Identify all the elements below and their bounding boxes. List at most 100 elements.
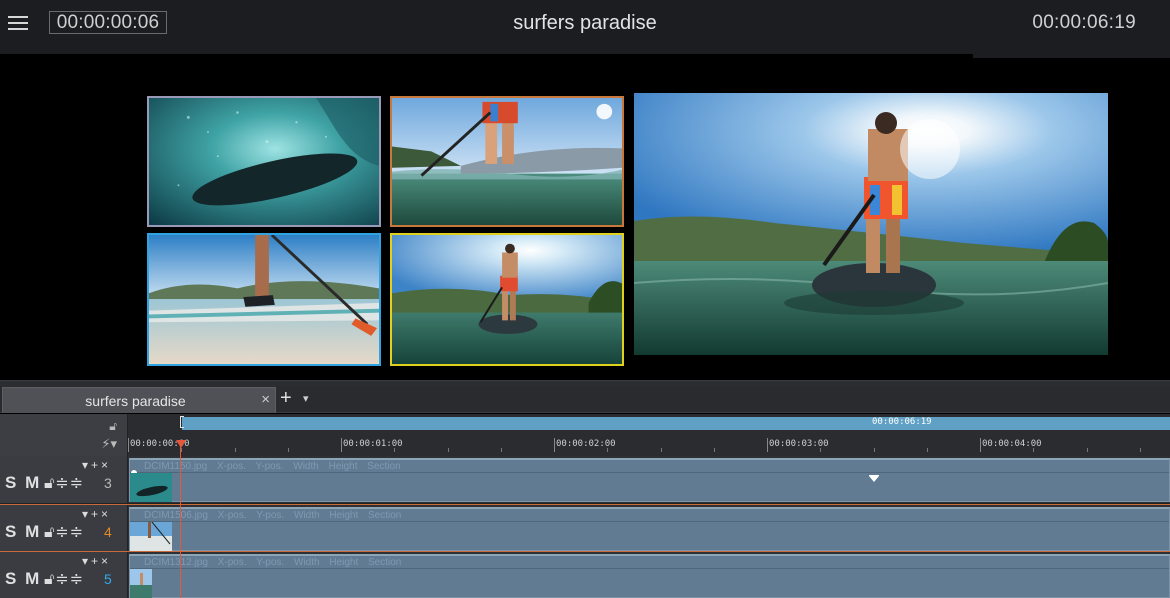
feet-image xyxy=(149,235,379,364)
clip-field: X-pos. xyxy=(216,461,246,472)
preview-tile-waterline[interactable] xyxy=(390,96,624,227)
lock-icon[interactable]: 🔓︎ xyxy=(109,419,117,434)
underwater-image xyxy=(149,98,379,225)
ruler-minor-tick xyxy=(288,448,289,452)
clip-field: Height xyxy=(329,557,359,568)
solo-button[interactable]: S xyxy=(5,473,18,492)
mute-button[interactable]: M xyxy=(25,522,41,541)
tab-menu-chevron-icon[interactable]: ▾ xyxy=(303,392,309,405)
ruler-minor-tick xyxy=(235,448,236,452)
track-collapse-icon[interactable]: ≑ xyxy=(70,475,84,492)
track-lock-icon[interactable]: 🔓︎ xyxy=(44,524,55,541)
preview-tile-feet[interactable] xyxy=(147,233,381,366)
clip-field: Y-pos. xyxy=(255,461,284,472)
ruler-minor-tick xyxy=(874,448,875,452)
clip-field: Section xyxy=(368,557,402,568)
ruler-major-tick xyxy=(554,438,555,452)
track-chevron-down-icon[interactable]: ▾ xyxy=(82,554,91,568)
clip-filename: DCIM1150.jpg xyxy=(144,461,208,472)
playhead-line[interactable] xyxy=(180,444,181,598)
track-collapse-icon[interactable]: ≑ xyxy=(70,524,84,541)
tab-close-icon[interactable]: × xyxy=(261,391,270,408)
track-lane-4[interactable]: DCIM1506.jpg X-pos. Y-pos. Width Height … xyxy=(128,505,1170,553)
track-top-controls: ▾+× xyxy=(82,554,111,568)
clip-field: Section xyxy=(368,510,402,521)
keyframe-marker[interactable] xyxy=(869,476,879,482)
track-expand-icon[interactable]: ≑ xyxy=(55,524,69,541)
clip-dcim1150[interactable]: DCIM1150.jpg X-pos. Y-pos. Width Height … xyxy=(129,458,1170,502)
track-remove-icon[interactable]: × xyxy=(101,554,111,568)
play-range-bar[interactable]: 00:00:06:19 xyxy=(180,416,1170,430)
track-chevron-down-icon[interactable]: ▾ xyxy=(82,507,91,521)
track-add-icon[interactable]: + xyxy=(91,507,101,521)
ruler-minor-tick xyxy=(181,448,182,452)
range-start-bracket[interactable] xyxy=(180,416,184,428)
ruler-minor-tick xyxy=(448,448,449,452)
clip-divider xyxy=(130,472,1169,473)
track-tools: 🔓︎≑≑ xyxy=(44,522,84,542)
track-lock-icon[interactable]: 🔓︎ xyxy=(44,475,55,492)
solo-mute: S M xyxy=(5,522,41,542)
track-lane-3[interactable]: DCIM1150.jpg X-pos. Y-pos. Width Height … xyxy=(128,456,1170,504)
track-header-4: ▾+× S M 🔓︎≑≑ 4 xyxy=(0,505,128,553)
track-lane-5[interactable]: DCIM1312.jpg X-pos. Y-pos. Width Height … xyxy=(128,552,1170,598)
time-ruler[interactable]: 00:00:06:19 00:00:00:00 00:00:01:00 00:0… xyxy=(128,414,1170,456)
track-lock-icon[interactable]: 🔓︎ xyxy=(44,571,55,588)
video-preview[interactable] xyxy=(0,58,1170,380)
ruler-major-tick xyxy=(128,438,129,452)
clip-field: Width xyxy=(293,510,320,521)
ruler-minor-tick xyxy=(501,448,502,452)
range-timecode: 00:00:06:19 xyxy=(872,417,932,427)
ruler-minor-tick xyxy=(714,448,715,452)
track-remove-icon[interactable]: × xyxy=(101,458,111,472)
add-tab-button[interactable]: + xyxy=(280,387,292,410)
tab-surfers-paradise[interactable]: surfers paradise × xyxy=(2,387,276,413)
ruler-minor-tick xyxy=(1087,448,1088,452)
track-chevron-down-icon[interactable]: ▾ xyxy=(82,458,91,472)
clip-thumbnail xyxy=(130,473,172,502)
tick-row: 00:00:00:00 00:00:01:00 00:00:02:00 00:0… xyxy=(128,434,1170,456)
tab-label: surfers paradise xyxy=(85,393,186,409)
track-expand-icon[interactable]: ≑ xyxy=(55,571,69,588)
track-tools: 🔓︎≑≑ xyxy=(44,473,84,493)
thumb-underwater xyxy=(130,473,172,502)
clip-filename: DCIM1506.jpg xyxy=(144,510,208,521)
timeline-tabbar: surfers paradise × + ▾ xyxy=(0,386,1170,413)
lightning-icon[interactable]: ⚡︎▾ xyxy=(101,436,117,452)
thumb-feet xyxy=(130,522,172,551)
track-top-controls: ▾+× xyxy=(82,458,111,472)
track-number: 3 xyxy=(104,475,112,491)
track-collapse-icon[interactable]: ≑ xyxy=(70,571,84,588)
ruler-minor-tick xyxy=(820,448,821,452)
clip-info: DCIM1506.jpg X-pos. Y-pos. Width Height … xyxy=(144,510,408,521)
clip-info: DCIM1312.jpg X-pos. Y-pos. Width Height … xyxy=(144,557,408,568)
ruler-controls: 🔓︎ ⚡︎▾ xyxy=(0,414,128,456)
track-add-icon[interactable]: + xyxy=(91,554,101,568)
track-number: 4 xyxy=(104,524,112,540)
ruler-minor-tick xyxy=(607,448,608,452)
clip-field: X-pos. xyxy=(217,557,247,568)
preview-tile-paddler-large[interactable] xyxy=(634,93,1108,355)
track-expand-icon[interactable]: ≑ xyxy=(55,475,69,492)
mute-button[interactable]: M xyxy=(25,569,41,588)
mute-button[interactable]: M xyxy=(25,473,41,492)
track-add-icon[interactable]: + xyxy=(91,458,101,472)
solo-button[interactable]: S xyxy=(5,522,18,541)
clip-thumbnail xyxy=(130,569,152,598)
clip-field: Height xyxy=(329,510,359,521)
preview-tile-underwater[interactable] xyxy=(147,96,381,227)
ruler-minor-tick xyxy=(1140,448,1141,452)
clip-dcim1506[interactable]: DCIM1506.jpg X-pos. Y-pos. Width Height … xyxy=(129,507,1170,551)
waterline-image xyxy=(392,98,622,225)
paddler-large-image xyxy=(634,93,1108,355)
ruler-minor-tick xyxy=(1033,448,1034,452)
track-remove-icon[interactable]: × xyxy=(101,507,111,521)
clip-dcim1312[interactable]: DCIM1312.jpg X-pos. Y-pos. Width Height … xyxy=(129,554,1170,598)
playhead-handle[interactable] xyxy=(176,440,186,448)
app-header: 00:00:00:06 surfers paradise 00:00:06:19 xyxy=(0,0,1170,54)
solo-mute: S M xyxy=(5,569,41,589)
preview-tile-paddler-small[interactable] xyxy=(390,233,624,366)
clip-field: Y-pos. xyxy=(256,510,285,521)
solo-button[interactable]: S xyxy=(5,569,18,588)
clip-field: Width xyxy=(293,461,319,472)
